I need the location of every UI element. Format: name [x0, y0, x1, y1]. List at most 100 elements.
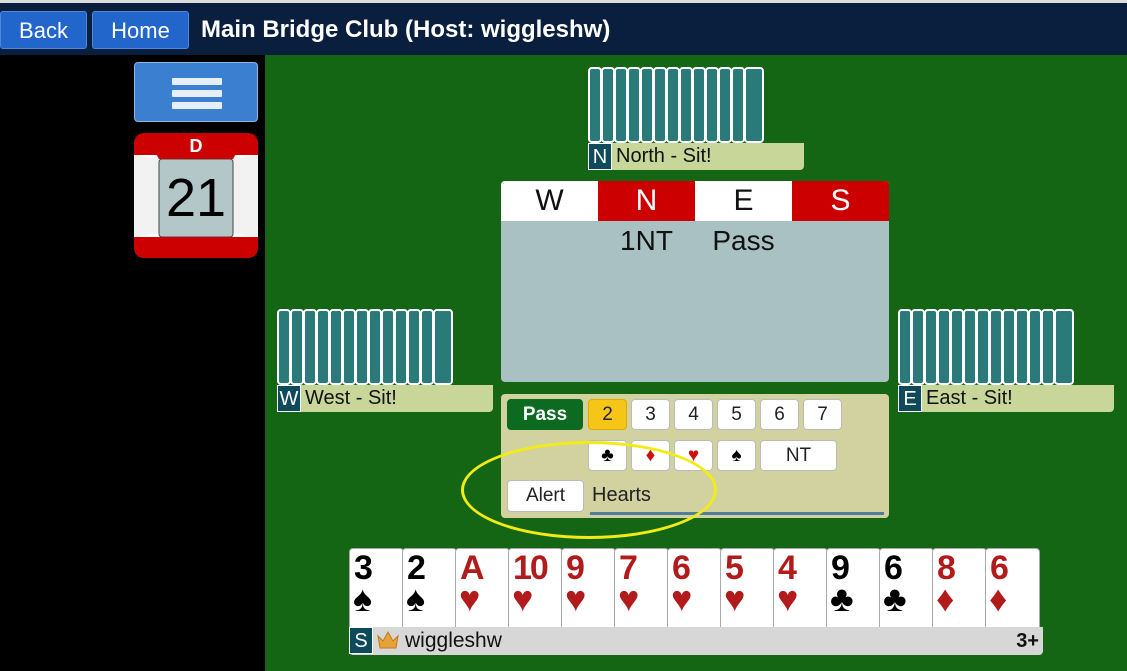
south-hand: 3 ♠ 2 ♠ A ♥ 10 ♥ 9 ♥ 7 ♥ 6 ♥ 5 ♥ 4 ♥ 9 ♣ 6 ♣ 8 ♦ 6 ♦: [349, 548, 1043, 628]
clubs-button[interactable]: ♣: [588, 440, 627, 471]
level-button-4[interactable]: 4: [674, 399, 713, 430]
east-card-back: [911, 309, 925, 385]
player-rating: 3+: [1016, 630, 1039, 652]
east-card-back: [937, 309, 951, 385]
north-label: North - Sit!: [616, 145, 712, 167]
level-button-2[interactable]: 2: [588, 399, 627, 430]
spades-button[interactable]: ♠: [717, 440, 756, 471]
hearts-button[interactable]: ♥: [674, 440, 713, 471]
west-card-back: [355, 309, 369, 385]
south-card[interactable]: 5 ♥: [720, 548, 775, 628]
south-card[interactable]: 10 ♥: [508, 548, 563, 628]
north-card-back: [614, 67, 628, 143]
south-card[interactable]: 4 ♥: [773, 548, 828, 628]
east-card-back: [898, 309, 912, 385]
east-card-back: [950, 309, 964, 385]
west-card-back: [303, 309, 317, 385]
level-button-3[interactable]: 3: [631, 399, 670, 430]
auction-header-east: E: [695, 181, 792, 221]
home-button[interactable]: Home: [92, 11, 189, 49]
east-card-back: [1015, 309, 1029, 385]
card-suit: ♠: [406, 578, 426, 619]
north-card-back: [653, 67, 667, 143]
south-card[interactable]: 6 ♣: [879, 548, 934, 628]
auction-header: W N E S: [501, 181, 889, 221]
board-number: 21: [165, 168, 227, 228]
card-suit: ♦: [989, 578, 1008, 619]
west-card-back: [420, 309, 434, 385]
auction-header-south: S: [792, 181, 889, 221]
pass-button[interactable]: Pass: [507, 399, 583, 430]
card-suit: ♥: [777, 578, 799, 619]
north-card-back: [588, 67, 602, 143]
west-card-back: [381, 309, 395, 385]
west-card-back: [316, 309, 330, 385]
east-card-back: [924, 309, 938, 385]
top-bar: Back Home Main Bridge Club (Host: wiggle…: [0, 0, 1127, 55]
north-hand: [588, 67, 764, 143]
seat-badge: E: [898, 385, 922, 412]
south-player-name: wiggleshw: [405, 629, 502, 652]
south-card[interactable]: 6 ♦: [985, 548, 1040, 628]
back-button[interactable]: Back: [0, 11, 87, 49]
east-card-back: [1041, 309, 1055, 385]
south-card[interactable]: 3 ♠: [349, 548, 404, 628]
north-card-back: [692, 67, 706, 143]
card-suit: ♥: [724, 578, 746, 619]
south-card[interactable]: 9 ♥: [561, 548, 616, 628]
level-button-6[interactable]: 6: [760, 399, 799, 430]
west-hand: [277, 309, 453, 385]
auction-bid-west: [501, 221, 598, 261]
west-seat-bar[interactable]: W West - Sit!: [277, 385, 493, 412]
north-card-back: [718, 67, 732, 143]
card-suit: ♠: [353, 578, 373, 619]
east-label: East - Sit!: [926, 387, 1013, 409]
north-card-back: [705, 67, 719, 143]
auction-header-west: W: [501, 181, 598, 221]
north-card-back: [627, 67, 641, 143]
west-card-back: [329, 309, 343, 385]
card-suit: ♥: [512, 578, 534, 619]
auction-bid-east: Pass: [712, 225, 775, 256]
alert-button[interactable]: Alert: [507, 480, 584, 512]
north-seat-bar[interactable]: N North - Sit!: [588, 143, 804, 170]
diamonds-button[interactable]: ♦: [631, 440, 670, 471]
card-suit: ♥: [565, 578, 587, 619]
crown-icon: [377, 630, 399, 649]
north-card-back: [601, 67, 615, 143]
west-card-back: [290, 309, 304, 385]
east-card-back: [1054, 309, 1074, 385]
alert-explanation-field[interactable]: Hearts: [590, 480, 884, 515]
board-indicator: D 21: [134, 133, 258, 258]
west-card-back: [394, 309, 408, 385]
level-button-7[interactable]: 7: [803, 399, 842, 430]
north-card-back: [731, 67, 745, 143]
south-seat-bar: Swiggleshw 3+: [349, 627, 1043, 655]
east-card-back: [989, 309, 1003, 385]
north-card-back: [640, 67, 654, 143]
east-hand: [898, 309, 1074, 385]
south-card[interactable]: 8 ♦: [932, 548, 987, 628]
south-card[interactable]: 6 ♥: [667, 548, 722, 628]
west-card-back: [368, 309, 382, 385]
card-suit: ♣: [883, 578, 907, 619]
west-card-back: [433, 309, 453, 385]
card-suit: ♦: [936, 578, 955, 619]
menu-button[interactable]: [134, 62, 258, 122]
card-suit: ♥: [459, 578, 481, 619]
notrump-button[interactable]: NT: [760, 440, 837, 471]
north-card-back: [679, 67, 693, 143]
west-card-back: [277, 309, 291, 385]
level-button-5[interactable]: 5: [717, 399, 756, 430]
south-card[interactable]: 7 ♥: [614, 548, 669, 628]
auction-bid-north: 1NT: [620, 225, 673, 256]
east-seat-bar[interactable]: E East - Sit!: [898, 385, 1114, 412]
east-card-back: [1028, 309, 1042, 385]
card-suit: ♥: [618, 578, 640, 619]
auction-header-north: N: [598, 181, 695, 221]
auction-bid-south: [792, 221, 889, 261]
south-card[interactable]: 9 ♣: [826, 548, 881, 628]
south-card[interactable]: A ♥: [455, 548, 510, 628]
page-title: Main Bridge Club (Host: wiggleshw): [201, 16, 611, 43]
south-card[interactable]: 2 ♠: [402, 548, 457, 628]
